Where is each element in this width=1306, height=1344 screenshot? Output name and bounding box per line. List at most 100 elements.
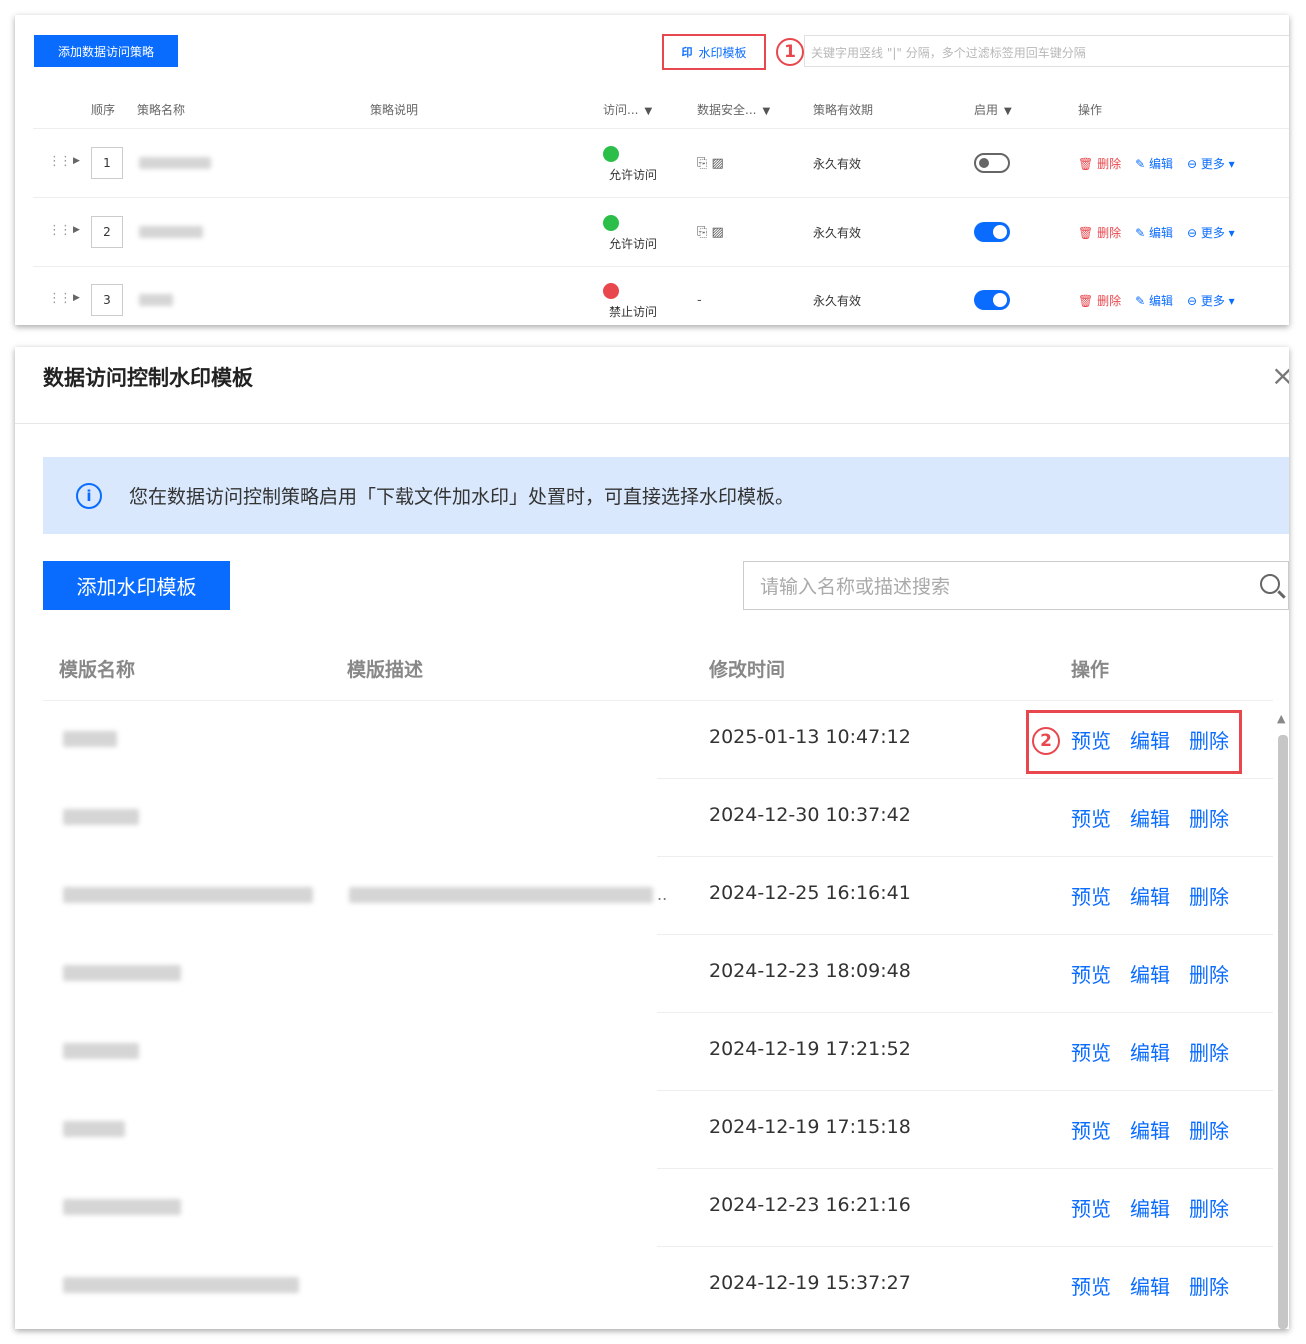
watermark-template-dialog: 数据访问控制水印模板 × i 您在数据访问控制策略启用「下载文件加水印」处置时，… (15, 347, 1289, 1329)
col-modified-time: 修改时间 (709, 659, 786, 681)
allow-icon (603, 215, 619, 231)
col-access[interactable]: 访问... ▼ (603, 101, 652, 118)
scroll-up-icon[interactable]: ▲ (1277, 712, 1285, 725)
add-template-button[interactable]: 添加水印模板 (43, 561, 230, 610)
row-actions: 预览 编辑 删除 (1071, 1271, 1229, 1300)
blurred-template-name (63, 809, 139, 825)
scrollbar[interactable] (1278, 735, 1288, 1329)
blurred-template-name (63, 1277, 299, 1293)
security-icons: ⎘ ▨ (697, 156, 724, 171)
edit-button[interactable]: ✎ 编辑 (1135, 155, 1173, 172)
expand-arrow-icon[interactable]: ▶ (73, 225, 80, 235)
add-policy-button[interactable]: 添加数据访问策略 (34, 35, 178, 67)
col-security[interactable]: 数据安全... ▼ (697, 101, 770, 118)
row-actions: 预览 编辑 删除 (1071, 1037, 1229, 1066)
col-order: 顺序 (91, 103, 116, 117)
col-template-name: 模版名称 (59, 659, 136, 681)
blurred-template-name (63, 1043, 139, 1059)
ellipsis: .. (657, 885, 668, 904)
more-button[interactable]: ⊖ 更多 ▾ (1187, 155, 1235, 172)
blurred-policy-name (139, 226, 203, 238)
blurred-template-name (63, 965, 181, 981)
table-row: 2024-12-19 17:21:52 预览 编辑 删除 (43, 1013, 1273, 1091)
edit-link[interactable]: 编辑 (1130, 1037, 1170, 1066)
delete-link[interactable]: 删除 (1189, 803, 1229, 832)
edit-link[interactable]: 编辑 (1130, 1115, 1170, 1144)
preview-link[interactable]: 预览 (1071, 959, 1111, 988)
delete-button[interactable]: 🗑 删除 (1078, 224, 1121, 241)
close-icon[interactable]: × (1271, 359, 1289, 392)
drag-handle-icon[interactable]: ⋮⋮ (48, 291, 72, 306)
col-enabled[interactable]: 启用 ▼ (974, 101, 1012, 118)
filter-icon[interactable]: ▼ (1004, 106, 1012, 117)
preview-link[interactable]: 预览 (1071, 881, 1111, 910)
watermark-template-button[interactable]: 印 水印模板 (662, 34, 766, 70)
modified-time: 2024-12-25 16:16:41 (709, 882, 911, 904)
table-row: 2024-12-30 10:37:42 预览 编辑 删除 (43, 779, 1273, 857)
table-row: 2024-12-23 16:21:16 预览 编辑 删除 (43, 1169, 1273, 1247)
modified-time: 2024-12-19 17:15:18 (709, 1116, 911, 1138)
preview-link[interactable]: 预览 (1071, 1037, 1111, 1066)
table-row: 2024-12-19 15:37:27 预览 编辑 删除 (43, 1247, 1273, 1325)
edit-link[interactable]: 编辑 (1130, 959, 1170, 988)
validity-text: 永久有效 (813, 294, 862, 308)
divider (15, 423, 1289, 424)
delete-link[interactable]: 删除 (1189, 881, 1229, 910)
row-actions: 🗑 删除 ✎ 编辑 ⊖ 更多 ▾ (1078, 155, 1235, 172)
drag-handle-icon[interactable]: ⋮⋮ (48, 223, 72, 238)
modified-time: 2024-12-19 15:37:27 (709, 1272, 911, 1294)
preview-link[interactable]: 预览 (1071, 1193, 1111, 1222)
blurred-policy-name (139, 294, 173, 306)
expand-arrow-icon[interactable]: ▶ (73, 293, 80, 303)
drag-handle-icon[interactable]: ⋮⋮ (48, 154, 72, 169)
filter-icon[interactable]: ▼ (644, 106, 652, 117)
order-input[interactable]: 2 (91, 216, 123, 248)
col-validity: 策略有效期 (813, 103, 874, 117)
info-icon: i (76, 482, 102, 509)
filter-icon[interactable]: ▼ (762, 106, 770, 117)
delete-link[interactable]: 删除 (1189, 1193, 1229, 1222)
preview-link[interactable]: 预览 (1071, 1271, 1111, 1300)
edit-button[interactable]: ✎ 编辑 (1135, 292, 1173, 309)
delete-link[interactable]: 删除 (1189, 1115, 1229, 1144)
row-actions: 预览 编辑 删除 (1071, 1193, 1229, 1222)
edit-link[interactable]: 编辑 (1130, 803, 1170, 832)
info-banner: i 您在数据访问控制策略启用「下载文件加水印」处置时，可直接选择水印模板。 (43, 457, 1289, 534)
order-input[interactable]: 1 (91, 147, 123, 179)
security-icons: ⎘ ▨ (697, 225, 724, 240)
filter-input[interactable]: 关键字用竖线 "|" 分隔，多个过滤标签用回车键分隔 (804, 35, 1289, 67)
preview-link[interactable]: 预览 (1071, 803, 1111, 832)
validity-text: 永久有效 (813, 226, 862, 240)
watermark-template-label: 水印模板 (698, 45, 747, 60)
delete-link[interactable]: 删除 (1189, 959, 1229, 988)
enable-toggle[interactable] (974, 222, 1010, 242)
info-text: 您在数据访问控制策略启用「下载文件加水印」处置时，可直接选择水印模板。 (129, 486, 795, 508)
table-row: ⋮⋮ ▶ 1 允许访问 ⎘ ▨ 永久有效 🗑 删除 ✎ 编辑 ⊖ 更多 ▾ (33, 130, 1289, 198)
modified-time: 2024-12-30 10:37:42 (709, 804, 911, 826)
delete-button[interactable]: 🗑 删除 (1078, 155, 1121, 172)
dialog-title: 数据访问控制水印模板 (43, 366, 253, 390)
edit-button[interactable]: ✎ 编辑 (1135, 224, 1173, 241)
stamp-icon: 印 (681, 46, 693, 59)
enable-toggle[interactable] (974, 290, 1010, 310)
more-button[interactable]: ⊖ 更多 ▾ (1187, 224, 1235, 241)
expand-arrow-icon[interactable]: ▶ (73, 156, 80, 166)
modified-time: 2025-01-13 10:47:12 (709, 726, 911, 748)
edit-link[interactable]: 编辑 (1130, 1193, 1170, 1222)
table-row: 2024-12-19 17:15:18 预览 编辑 删除 (43, 1091, 1273, 1169)
edit-link[interactable]: 编辑 (1130, 1271, 1170, 1300)
edit-link[interactable]: 编辑 (1130, 881, 1170, 910)
row-actions: 🗑 删除 ✎ 编辑 ⊖ 更多 ▾ (1078, 292, 1235, 309)
search-icon[interactable] (1260, 574, 1280, 594)
search-input[interactable]: 请输入名称或描述搜索 (743, 561, 1289, 610)
enable-toggle[interactable] (974, 153, 1010, 173)
order-input[interactable]: 3 (91, 284, 123, 316)
delete-link[interactable]: 删除 (1189, 1271, 1229, 1300)
col-ops: 操作 (1078, 103, 1103, 117)
preview-link[interactable]: 预览 (1071, 1115, 1111, 1144)
access-label: 允许访问 (609, 168, 658, 182)
delete-button[interactable]: 🗑 删除 (1078, 292, 1121, 309)
delete-link[interactable]: 删除 (1189, 1037, 1229, 1066)
search-placeholder: 请输入名称或描述搜索 (760, 576, 951, 598)
more-button[interactable]: ⊖ 更多 ▾ (1187, 292, 1235, 309)
